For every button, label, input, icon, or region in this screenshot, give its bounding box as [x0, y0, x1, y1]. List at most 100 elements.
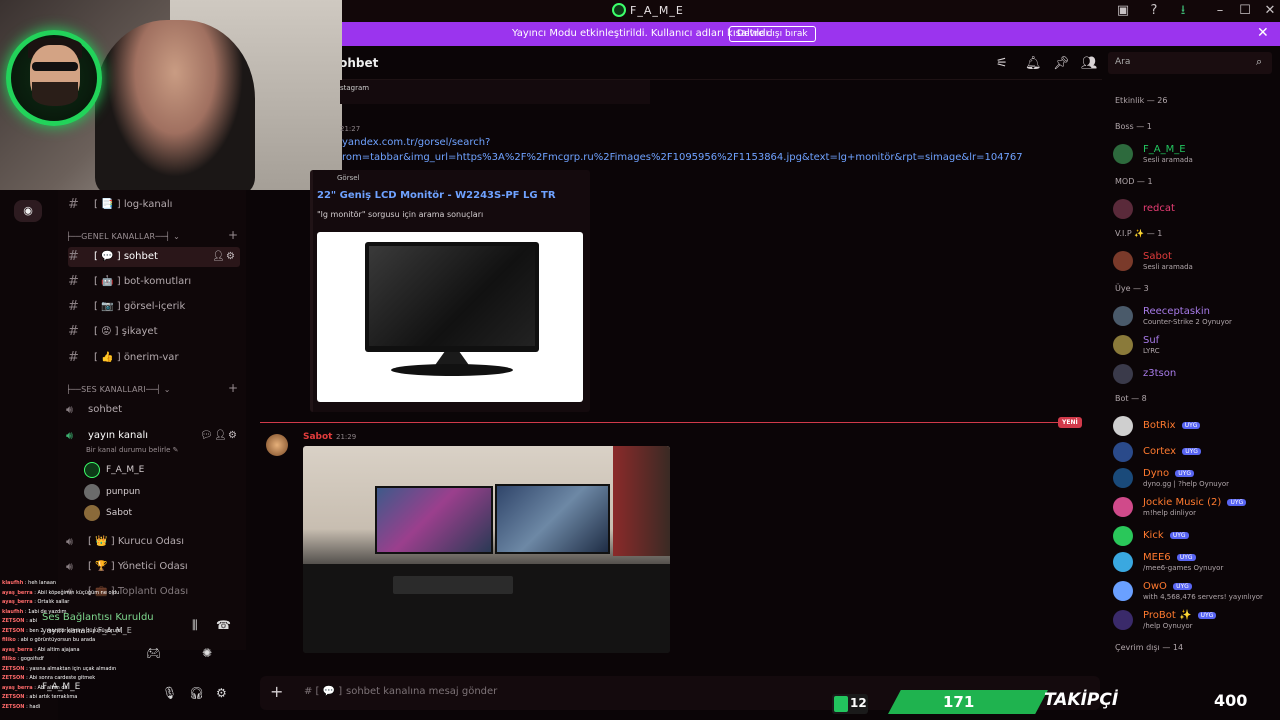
voice-user-name: punpun: [106, 487, 141, 497]
disconnect-icon[interactable]: ☎: [216, 618, 231, 632]
member-row[interactable]: ProBot ✨ UYG/help Oynuyor: [1113, 608, 1278, 632]
channel-sikayet[interactable]: # [ 😡 ] şikayet: [68, 322, 240, 342]
member-row[interactable]: F_A_M_E Sesli aramada: [1113, 142, 1278, 166]
channel-bot-komutlari[interactable]: # [ 🤖 ] bot-komutları: [68, 272, 240, 292]
channel-log[interactable]: # [ 📑 ] log-kanalı: [68, 195, 240, 215]
trophy-icon: [ 🏆 ]: [88, 561, 115, 572]
member-row[interactable]: Jockie Music (2) UYG m!help dinliyor: [1113, 495, 1278, 519]
voice-channel-yayin[interactable]: 🔊︎ yayın kanalı 💬︎ 👤︎ ⚙: [66, 426, 246, 446]
member-list: Etkinlik — 26 Boss — 1 F_A_M_E Sesli aramad…: [1108, 80, 1280, 720]
close-window-button[interactable]: ✕: [1262, 3, 1278, 19]
invite-icon[interactable]: 👤︎: [214, 426, 227, 446]
emoji-icon: [ 💬 ]: [94, 251, 121, 262]
attach-plus-icon[interactable]: +: [270, 682, 283, 701]
add-voice-channel-icon[interactable]: +: [228, 381, 238, 395]
chat-overlay-line: ayaş_berra : Ortalık sallar: [2, 599, 70, 605]
member-name: z3tson: [1143, 368, 1177, 379]
channel-label: sohbet: [88, 404, 123, 415]
soundboard-icon[interactable]: ✺: [202, 646, 212, 660]
help-icon[interactable]: ?: [1146, 3, 1162, 19]
member-row[interactable]: Suf LYRC: [1113, 333, 1278, 357]
voice-user-name: F_A_M_E: [106, 465, 145, 475]
speaker-icon: 🔊︎: [66, 535, 73, 548]
member-category: Boss — 1: [1115, 122, 1152, 131]
member-row[interactable]: Kick UYG: [1113, 524, 1278, 548]
message-list: stagram 21:27 yandex.com.tr/gorsel/searc…: [260, 80, 1100, 670]
message-time: 21:27: [340, 125, 361, 133]
chat-overlay-line: ZETSON : Abi sonra cardeste gitmek: [2, 675, 96, 681]
category-general[interactable]: ├──GENEL KANALLAR──┤ ⌄: [66, 232, 180, 241]
maximize-button[interactable]: ☐: [1237, 3, 1253, 19]
member-name: F_A_M_E: [1143, 144, 1186, 155]
message-link[interactable]: rom=tabbar&img_url=https%3A%2F%2Fmcgrp.r…: [342, 152, 1023, 163]
banner-close-icon[interactable]: ✕: [1257, 25, 1269, 41]
settings-gear-icon[interactable]: ⚙: [228, 426, 237, 446]
member-row[interactable]: Dyno UYG dyno.gg | ?help Oynuyor: [1113, 466, 1278, 490]
member-name: redcat: [1143, 203, 1175, 214]
chat-overlay-line: ayaş_berra : Abi altim ajajana: [2, 646, 80, 653]
user-settings-gear-icon[interactable]: ⚙: [216, 686, 227, 700]
embed-title[interactable]: 22" Geniş LCD Monitör - W2243S-PF LG TR: [317, 190, 556, 201]
stream-follower-overlay: 12 171 TAKİPÇİ 400: [828, 688, 1280, 720]
notification-bell-icon[interactable]: 🔔︎: [1025, 56, 1042, 71]
search-bar[interactable]: Ara ⌕: [1108, 52, 1272, 74]
new-badge: YENİ: [1058, 417, 1082, 428]
member-row[interactable]: Cortex UYG: [1113, 440, 1278, 464]
avatar: [84, 462, 100, 478]
member-row[interactable]: OwO UYG with 4,568,476 servers! yayınlıyo…: [1113, 579, 1278, 603]
category-label: SES KANALLARI: [81, 385, 146, 394]
avatar: [1113, 335, 1133, 355]
member-row[interactable]: redcat: [1113, 197, 1278, 221]
pinned-messages-icon[interactable]: 📌︎: [1053, 56, 1070, 71]
member-name: BotRix UYG: [1143, 420, 1201, 431]
settings-gear-icon[interactable]: ⚙: [226, 247, 235, 267]
avatar: [1113, 581, 1133, 601]
member-name: ProBot ✨ UYG: [1143, 610, 1217, 621]
channel-label: Kurucu Odası: [117, 536, 185, 547]
member-name: OwO UYG: [1143, 581, 1192, 592]
member-row[interactable]: MEE6 UYG/mee6-games Oynuyor: [1113, 550, 1278, 574]
emoji-icon: [ 😡 ]: [94, 326, 119, 337]
channel-sohbet[interactable]: # [ 💬 ] sohbet 👤︎ ⚙: [68, 247, 240, 267]
emoji-icon: [ 🤖 ]: [94, 276, 121, 287]
download-icon[interactable]: ⭳: [1175, 3, 1191, 19]
crown-icon: [ 👑 ]: [88, 536, 115, 547]
emoji-icon: [ 📑 ]: [94, 199, 121, 210]
message-link[interactable]: yandex.com.tr/gorsel/search?: [342, 137, 490, 148]
channel-gorsel-icerik[interactable]: # [ 📷 ] görsel-içerik: [68, 297, 240, 317]
category-voice[interactable]: ├──SES KANALLARI──┤ ⌄: [66, 385, 171, 394]
noise-suppression-icon[interactable]: ⫼: [192, 618, 198, 633]
channel-status[interactable]: Bir kanal durumu belirle ✎: [86, 446, 179, 454]
app-tag-badge: UYG: [1176, 554, 1196, 561]
stream-chat-overlay: klaufhh : heh lanaan ayaş_berra : Abil kö…: [0, 576, 180, 720]
window-title: F_A_M_E: [630, 4, 684, 17]
channel-label: log-kanalı: [123, 199, 173, 210]
server-icon[interactable]: ◉: [14, 200, 42, 222]
headphones-icon[interactable]: 🎧︎: [189, 686, 204, 700]
channel-onerim-var[interactable]: # [ 👍 ] önerim-var: [68, 348, 240, 368]
member-row[interactable]: Sabot Sesli aramada: [1113, 249, 1278, 273]
app-tag-badge: UYG: [1182, 448, 1201, 455]
member-list-icon[interactable]: 👥︎: [1081, 56, 1098, 71]
inbox-icon[interactable]: ▣: [1115, 3, 1131, 19]
disable-streamer-mode-button[interactable]: Devre dışı bırak: [729, 26, 816, 42]
add-channel-icon[interactable]: +: [228, 228, 238, 242]
emoji-icon: [ 👍 ]: [94, 352, 121, 363]
message-author[interactable]: Sabot: [303, 432, 332, 442]
chat-overlay-line: klaufhh : 1abi de yazdım: [2, 608, 67, 615]
avatar: [1113, 416, 1133, 436]
avatar[interactable]: [266, 434, 288, 456]
avatar: [84, 505, 100, 521]
invite-icon[interactable]: 👤︎: [212, 247, 225, 267]
embed-image[interactable]: [317, 232, 583, 402]
chat-icon[interactable]: 💬︎: [200, 426, 213, 446]
channel-label: yayın kanalı: [88, 430, 149, 441]
threads-icon[interactable]: ⚟: [996, 56, 1008, 71]
attached-photo[interactable]: [303, 446, 670, 653]
member-row[interactable]: BotRix UYG: [1113, 414, 1278, 438]
minimize-button[interactable]: –: [1212, 3, 1228, 19]
member-row[interactable]: z3tson: [1113, 362, 1278, 386]
app-tag-badge: UYG: [1181, 422, 1201, 429]
search-placeholder: Ara: [1115, 57, 1131, 67]
member-row[interactable]: Reeceptaskin Counter-Strike 2 Oynuyor: [1113, 304, 1278, 328]
